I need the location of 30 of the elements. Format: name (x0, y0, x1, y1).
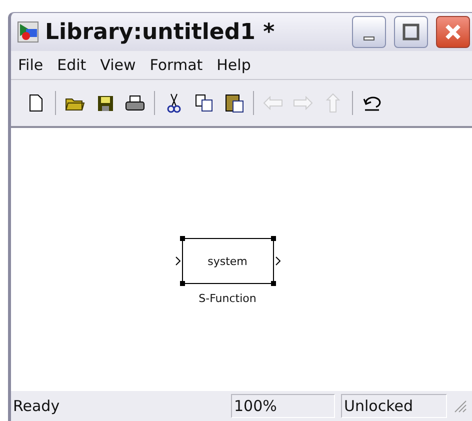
minimize-icon (363, 36, 375, 40)
up-arrow-icon (326, 93, 340, 113)
new-document-icon (29, 94, 43, 112)
menu-item[interactable]: Help (216, 56, 251, 74)
menu-item[interactable]: File (18, 56, 44, 74)
zoom-level: 100% (231, 394, 335, 418)
minimize-button[interactable] (352, 16, 386, 48)
maximize-icon (402, 23, 420, 41)
clipboard-icon (224, 93, 244, 113)
status-message: Ready (12, 397, 61, 415)
menu-item[interactable]: Format (150, 56, 203, 74)
lock-status: Unlocked (341, 394, 447, 418)
output-port-icon (274, 256, 280, 266)
copy-icon (195, 94, 213, 112)
window-title: Library:untitled1 * (45, 20, 276, 44)
input-port-icon (174, 256, 180, 266)
close-icon (444, 23, 462, 41)
block-label: S-Function (198, 292, 256, 305)
function-block[interactable]: system (174, 234, 282, 288)
right-arrow-icon (293, 96, 313, 110)
app-icon (17, 21, 39, 43)
close-button[interactable] (436, 16, 470, 48)
printer-icon (125, 94, 145, 112)
menu-item[interactable]: View (100, 56, 136, 74)
maximize-button[interactable] (394, 16, 428, 48)
resize-grip-icon (453, 399, 467, 413)
undo-icon (362, 94, 382, 112)
menu-item[interactable]: Edit (57, 56, 86, 74)
left-arrow-icon (263, 96, 283, 110)
scissors-icon (167, 93, 181, 113)
